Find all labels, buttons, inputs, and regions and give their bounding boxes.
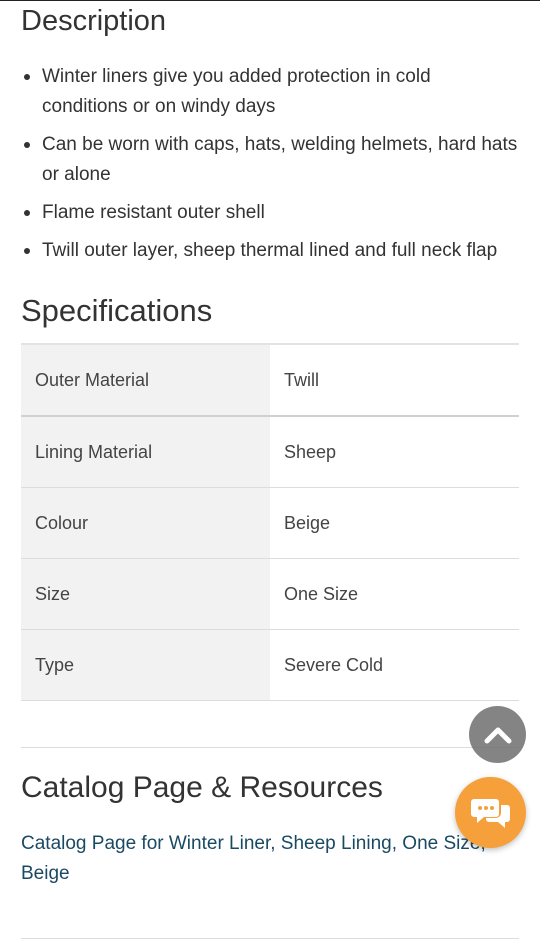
spec-label: Lining Material — [21, 416, 270, 488]
spec-value: Twill — [270, 344, 519, 417]
table-row: Outer Material Twill — [21, 344, 519, 417]
table-row: Size One Size — [21, 558, 519, 630]
section-divider — [21, 747, 519, 748]
description-list: Winter liners give you added protection … — [21, 62, 521, 274]
section-divider — [21, 938, 519, 939]
scroll-to-top-button[interactable] — [469, 706, 526, 763]
specifications-heading: Specifications — [21, 293, 213, 328]
specifications-table: Outer Material Twill Lining Material She… — [21, 343, 519, 701]
chat-button[interactable] — [455, 777, 526, 848]
table-row: Lining Material Sheep — [21, 416, 519, 488]
product-details-page: Description Winter liners give you added… — [0, 0, 540, 940]
description-bullet: Flame resistant outer shell — [21, 198, 521, 228]
table-row: Type Severe Cold — [21, 629, 519, 701]
description-heading: Description — [21, 5, 167, 37]
chat-bubbles-icon — [470, 798, 510, 828]
spec-label: Outer Material — [21, 344, 270, 417]
description-bullet: Can be worn with caps, hats, welding hel… — [21, 130, 521, 190]
spec-label: Type — [21, 629, 270, 701]
catalog-heading: Catalog Page & Resources — [21, 771, 383, 804]
spec-value: Severe Cold — [270, 629, 519, 701]
catalog-page-link[interactable]: Catalog Page for Winter Liner, Sheep Lin… — [21, 829, 511, 889]
spec-value: One Size — [270, 558, 519, 630]
table-row: Colour Beige — [21, 487, 519, 559]
top-divider — [0, 0, 540, 1]
spec-label: Colour — [21, 487, 270, 559]
spec-value: Sheep — [270, 416, 519, 488]
description-bullet: Winter liners give you added protection … — [21, 62, 521, 122]
description-bullet: Twill outer layer, sheep thermal lined a… — [21, 236, 521, 266]
spec-label: Size — [21, 558, 270, 630]
spec-value: Beige — [270, 487, 519, 559]
chevron-up-icon — [484, 727, 511, 743]
